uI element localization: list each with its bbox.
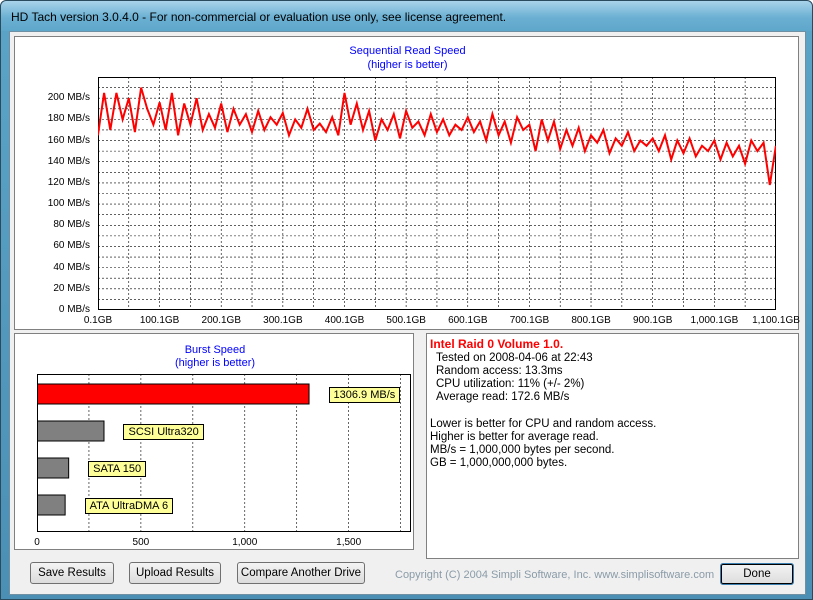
seq-y-tick-label: 40 MB/s: [53, 261, 90, 273]
note-avg-read: Higher is better for average read.: [430, 431, 599, 443]
seq-y-tick-label: 100 MB/s: [47, 198, 90, 210]
burst-x-tick-label: 1,500: [336, 537, 362, 548]
seq-y-tick-label: 140 MB/s: [47, 155, 90, 167]
seq-chart-title: Sequential Read Speed: [349, 45, 466, 57]
burst-bar-label: 1306.9 MB/s: [328, 387, 401, 403]
title-bar[interactable]: HD Tach version 3.0.4.0 - For non-commer…: [1, 1, 812, 31]
burst-x-tick-label: 500: [132, 537, 150, 548]
burst-chart-subtitle: (higher is better): [174, 357, 256, 369]
upload-results-button[interactable]: Upload Results: [129, 562, 221, 584]
client-area: Sequential Read Speed (higher is better)…: [9, 31, 806, 595]
seq-y-tick-label: 120 MB/s: [47, 176, 90, 188]
compare-drive-button[interactable]: Compare Another Drive: [237, 562, 365, 584]
done-button[interactable]: Done: [720, 563, 794, 585]
save-results-button[interactable]: Save Results: [30, 562, 114, 584]
burst-bar: [37, 457, 70, 479]
seq-read-chart: [98, 77, 776, 310]
info-panel: Intel Raid 0 Volume 1.0. Tested on 2008-…: [426, 333, 799, 559]
burst-bar: [37, 420, 105, 442]
random-access: Random access: 13.3ms: [436, 365, 563, 377]
app-window: HD Tach version 3.0.4.0 - For non-commer…: [0, 0, 813, 600]
seq-y-tick-label: 200 MB/s: [47, 92, 90, 104]
seq-y-tick-label: 160 MB/s: [47, 134, 90, 146]
seq-y-tick-label: 80 MB/s: [53, 219, 90, 231]
burst-bar: [37, 494, 66, 516]
cpu-utilization: CPU utilization: 11% (+/- 2%): [436, 378, 585, 390]
seq-y-tick-label: 180 MB/s: [47, 113, 90, 125]
note-mbs: MB/s = 1,000,000 bytes per second.: [430, 444, 615, 456]
sequential-read-panel: Sequential Read Speed (higher is better)…: [14, 36, 800, 330]
copyright-text: Copyright (C) 2004 Simpli Software, Inc.…: [395, 569, 715, 581]
burst-x-tick-label: 0: [34, 537, 40, 548]
drive-name: Intel Raid 0 Volume 1.0.: [430, 337, 564, 351]
burst-bar-label: SCSI Ultra320: [123, 424, 204, 440]
window-title: HD Tach version 3.0.4.0 - For non-commer…: [11, 10, 507, 24]
burst-x-tick-label: 1,000: [232, 537, 258, 548]
seq-y-tick-label: 60 MB/s: [53, 240, 90, 252]
seq-chart-subtitle: (higher is better): [367, 59, 448, 71]
note-cpu: Lower is better for CPU and random acces…: [430, 418, 657, 430]
burst-bar-label: SATA 150: [88, 461, 147, 477]
seq-x-tick-label: 1,100.1GB: [752, 315, 800, 326]
burst-speed-panel: Burst Speed (higher is better) 1306.9 MB…: [14, 333, 414, 550]
note-gb: GB = 1,000,000,000 bytes.: [430, 457, 568, 469]
burst-chart-title: Burst Speed: [184, 344, 246, 356]
seq-y-tick-label: 20 MB/s: [53, 282, 90, 294]
seq-y-tick-label: 0 MB/s: [58, 304, 90, 315]
burst-bar-label: ATA UltraDMA 6: [84, 498, 174, 514]
burst-bar: [37, 383, 310, 405]
average-read: Average read: 172.6 MB/s: [436, 391, 570, 403]
tested-on: Tested on 2008-04-06 at 22:43: [436, 352, 593, 364]
